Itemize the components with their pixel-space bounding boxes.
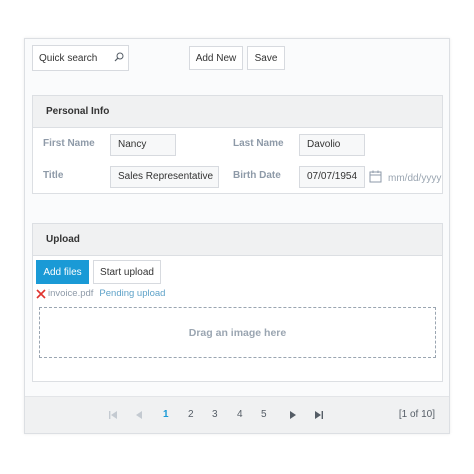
page-3[interactable]: 3 (212, 409, 218, 420)
pager-info: [1 of 10] (398, 409, 435, 420)
page-5[interactable]: 5 (261, 409, 267, 420)
page-2[interactable]: 2 (188, 409, 194, 420)
add-new-button[interactable]: Add New (189, 46, 243, 70)
file-status: Pending upload (99, 288, 166, 299)
page-1[interactable]: 1 (163, 409, 169, 420)
page-4[interactable]: 4 (237, 409, 243, 420)
upload-panel: Upload Add files Start upload invoice.pd… (32, 223, 443, 382)
app-frame: Add New Save Personal Info First Name Na… (24, 38, 450, 434)
toolbar: Add New Save (25, 39, 449, 79)
quick-search-box[interactable] (32, 45, 129, 71)
first-name-label: First Name (43, 138, 95, 149)
date-format-hint: mm/dd/yyyy (388, 173, 442, 184)
save-button[interactable]: Save (247, 46, 285, 70)
file-name: invoice.pdf (48, 288, 94, 299)
first-name-field[interactable]: Nancy (110, 134, 176, 156)
personal-info-panel: Personal Info First Name Nancy Last Name… (32, 95, 443, 194)
birth-date-field[interactable]: 07/07/1954 (299, 166, 365, 188)
personal-info-header: Personal Info (33, 96, 442, 128)
quick-search-input[interactable] (33, 46, 119, 70)
last-name-label: Last Name (233, 138, 284, 149)
title-field[interactable]: Sales Representative (110, 166, 219, 188)
calendar-icon[interactable] (369, 170, 382, 183)
title-label: Title (43, 170, 64, 181)
upload-header: Upload (33, 224, 442, 256)
pager: 1 2 3 4 5 [1 of 10] (25, 396, 449, 433)
birth-date-label: Birth Date (233, 170, 281, 181)
start-upload-button[interactable]: Start upload (93, 260, 161, 284)
search-icon[interactable] (114, 52, 124, 62)
last-page-icon[interactable] (313, 409, 325, 421)
remove-file-icon[interactable] (36, 288, 46, 299)
add-files-button[interactable]: Add files (36, 260, 89, 284)
upload-file-item: invoice.pdf Pending upload (36, 288, 165, 299)
last-name-field[interactable]: Davolio (299, 134, 365, 156)
image-dropzone[interactable]: Drag an image here (39, 307, 436, 358)
next-page-icon[interactable] (287, 409, 299, 421)
first-page-icon[interactable] (107, 409, 119, 421)
previous-page-icon[interactable] (133, 409, 145, 421)
